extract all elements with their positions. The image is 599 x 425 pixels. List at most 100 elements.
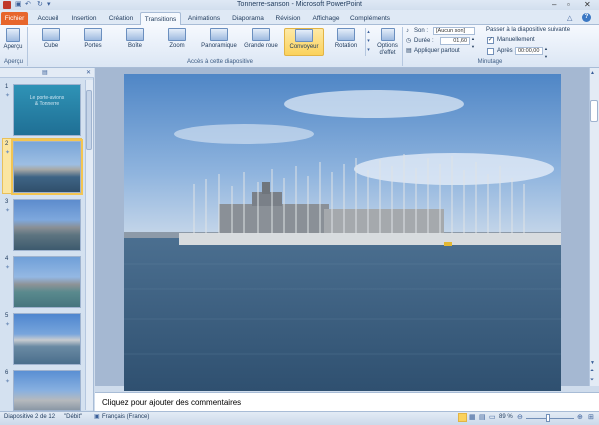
manuellement-label: Manuellement bbox=[497, 37, 535, 43]
preview-icon bbox=[6, 28, 20, 42]
zoom-level[interactable]: 89 % bbox=[499, 414, 513, 420]
tab-insertion[interactable]: Insertion bbox=[67, 12, 101, 25]
harbor-photo bbox=[124, 74, 561, 391]
tab-complements[interactable]: Compléments bbox=[348, 12, 392, 25]
tab-accueil[interactable]: Accueil bbox=[31, 12, 65, 25]
transition-marker-icon: ✦ bbox=[5, 379, 11, 385]
slide-thumbnail-6[interactable] bbox=[13, 370, 81, 411]
reading-view-icon[interactable]: ▤ bbox=[479, 413, 486, 421]
transition-zoom[interactable]: Zoom bbox=[162, 28, 192, 56]
transition-label: Grande roue bbox=[244, 43, 278, 49]
panel-scroll-thumb[interactable] bbox=[86, 90, 92, 150]
tab-creation[interactable]: Création bbox=[104, 12, 138, 25]
tab-fichier[interactable]: Fichier bbox=[1, 12, 28, 25]
slide-thumbnail-1[interactable]: Le porte-avions & Tonnerre bbox=[13, 84, 81, 136]
apres-checkbox[interactable] bbox=[487, 48, 494, 55]
apres-field[interactable]: 00:00,00 bbox=[515, 47, 543, 55]
slide-scroll-thumb[interactable] bbox=[590, 100, 598, 122]
conveyor-icon bbox=[295, 29, 313, 42]
passer-label: Passer à la diapositive suivante bbox=[486, 27, 571, 33]
son-dropdown[interactable]: [Aucun son] bbox=[433, 27, 475, 35]
current-slide[interactable] bbox=[124, 74, 561, 391]
group-acces: Accès à cette diapositive bbox=[186, 59, 254, 65]
tab-revision[interactable]: Révision bbox=[272, 12, 304, 25]
apply-all-icon: ▤ bbox=[406, 48, 412, 54]
fit-to-window-icon[interactable]: ⊞ bbox=[588, 413, 594, 421]
ferris-wheel-icon bbox=[252, 28, 270, 41]
spelling-icon[interactable]: ▣ bbox=[94, 413, 100, 420]
zoom-icon bbox=[168, 28, 186, 41]
close-icon[interactable]: ✕ bbox=[584, 0, 591, 10]
normal-view-icon[interactable] bbox=[458, 413, 467, 422]
slide-sorter-icon[interactable]: ▦ bbox=[469, 413, 476, 421]
manuellement-checkbox[interactable]: ✓ bbox=[487, 37, 494, 44]
collapse-ribbon-icon[interactable]: △ bbox=[567, 14, 572, 22]
group-minutage: Minutage bbox=[477, 59, 503, 65]
duree-spinner-icon[interactable]: ▲ ▼ bbox=[471, 35, 475, 51]
transition-convoyeur[interactable]: Convoyeur bbox=[284, 28, 324, 56]
title-bar: Tonnerre-sanson - Microsoft PowerPoint bbox=[0, 0, 599, 10]
powerpoint-logo-icon[interactable] bbox=[3, 1, 11, 9]
slide-number: 1 bbox=[5, 84, 9, 90]
doors-icon bbox=[84, 28, 102, 41]
customize-toolbar-icon[interactable]: ▾ bbox=[47, 1, 51, 9]
slides-tab-icon[interactable]: ▤ bbox=[42, 69, 48, 76]
slide-number: 5 bbox=[5, 313, 9, 319]
previous-slide-icon[interactable]: ⏶ bbox=[590, 368, 594, 374]
scroll-down-icon[interactable]: ▼ bbox=[590, 360, 595, 366]
transition-rotation[interactable]: Rotation bbox=[329, 28, 363, 56]
zoom-slider[interactable] bbox=[526, 418, 574, 419]
ribbon-separator bbox=[27, 27, 28, 66]
apres-spinner-icon[interactable]: ▲ ▼ bbox=[544, 45, 548, 61]
maximize-icon[interactable]: ▫ bbox=[567, 0, 570, 10]
zoom-in-icon[interactable]: ⊕ bbox=[577, 413, 583, 421]
zoom-slider-thumb[interactable] bbox=[546, 414, 550, 422]
transition-marker-icon: ✦ bbox=[5, 150, 11, 156]
gallery-scroll-icon[interactable]: ▴ ▾ ▾ bbox=[365, 28, 371, 56]
transition-panoramique[interactable]: Panoramique bbox=[199, 28, 239, 56]
appliquer-partout-button[interactable]: Appliquer partout bbox=[414, 47, 460, 55]
slide-thumbnail-2[interactable] bbox=[11, 139, 83, 195]
apercu-label: Aperçu bbox=[3, 44, 23, 50]
tab-affichage[interactable]: Affichage bbox=[308, 12, 344, 25]
group-apercu: Aperçu bbox=[3, 59, 23, 65]
transition-marker-icon: ✦ bbox=[5, 265, 11, 271]
help-icon[interactable]: ? bbox=[582, 13, 591, 22]
clock-icon: ◷ bbox=[406, 38, 412, 44]
slide-thumbnail-3[interactable] bbox=[13, 199, 81, 251]
zoom-out-icon[interactable]: ⊖ bbox=[517, 413, 523, 421]
undo-icon[interactable]: ↶ bbox=[25, 1, 31, 9]
sound-icon: ♪ bbox=[406, 28, 409, 34]
slide-thumbnail-4[interactable] bbox=[13, 256, 81, 308]
tab-diaporama[interactable]: Diaporama bbox=[228, 12, 268, 25]
tab-transitions[interactable]: Transitions bbox=[140, 12, 181, 26]
tab-animations[interactable]: Animations bbox=[184, 12, 224, 25]
box-icon bbox=[126, 28, 144, 41]
transition-label: Boîte bbox=[127, 43, 142, 49]
pan-icon bbox=[210, 28, 228, 41]
slide-position: Diapositive 2 de 12 bbox=[4, 414, 56, 420]
slide-number: 6 bbox=[5, 370, 9, 376]
transition-portes[interactable]: Portes bbox=[78, 28, 108, 56]
slide-thumbnail-5[interactable] bbox=[13, 313, 81, 365]
transition-label: Zoom bbox=[169, 43, 185, 49]
language[interactable]: Français (France) bbox=[102, 414, 149, 420]
window-title: Tonnerre-sanson - Microsoft PowerPoint bbox=[237, 1, 362, 8]
transition-boite[interactable]: Boîte bbox=[120, 28, 150, 56]
notes-placeholder: Cliquez pour ajouter des commentaires bbox=[102, 398, 242, 407]
next-slide-icon[interactable]: ⏷ bbox=[590, 377, 594, 383]
transition-cube[interactable]: Cube bbox=[36, 28, 66, 56]
save-icon[interactable]: ▣ bbox=[15, 1, 22, 9]
duree-field[interactable]: 01,60 bbox=[440, 37, 470, 45]
panel-close-icon[interactable]: ✕ bbox=[86, 69, 91, 76]
options-effet-button[interactable]: Options d'effet bbox=[374, 28, 401, 60]
slideshow-icon[interactable]: ▭ bbox=[489, 413, 496, 421]
notes-pane[interactable]: Cliquez pour ajouter des commentaires bbox=[95, 392, 599, 411]
transition-label: Panoramique bbox=[201, 43, 237, 49]
redo-icon[interactable]: ↻ bbox=[37, 1, 43, 9]
ribbon-separator bbox=[402, 27, 403, 66]
transition-grande-roue[interactable]: Grande roue bbox=[242, 28, 280, 56]
minimize-icon[interactable]: – bbox=[552, 0, 556, 10]
scroll-up-icon[interactable]: ▲ bbox=[590, 70, 595, 76]
apercu-button[interactable]: Aperçu bbox=[2, 28, 24, 56]
